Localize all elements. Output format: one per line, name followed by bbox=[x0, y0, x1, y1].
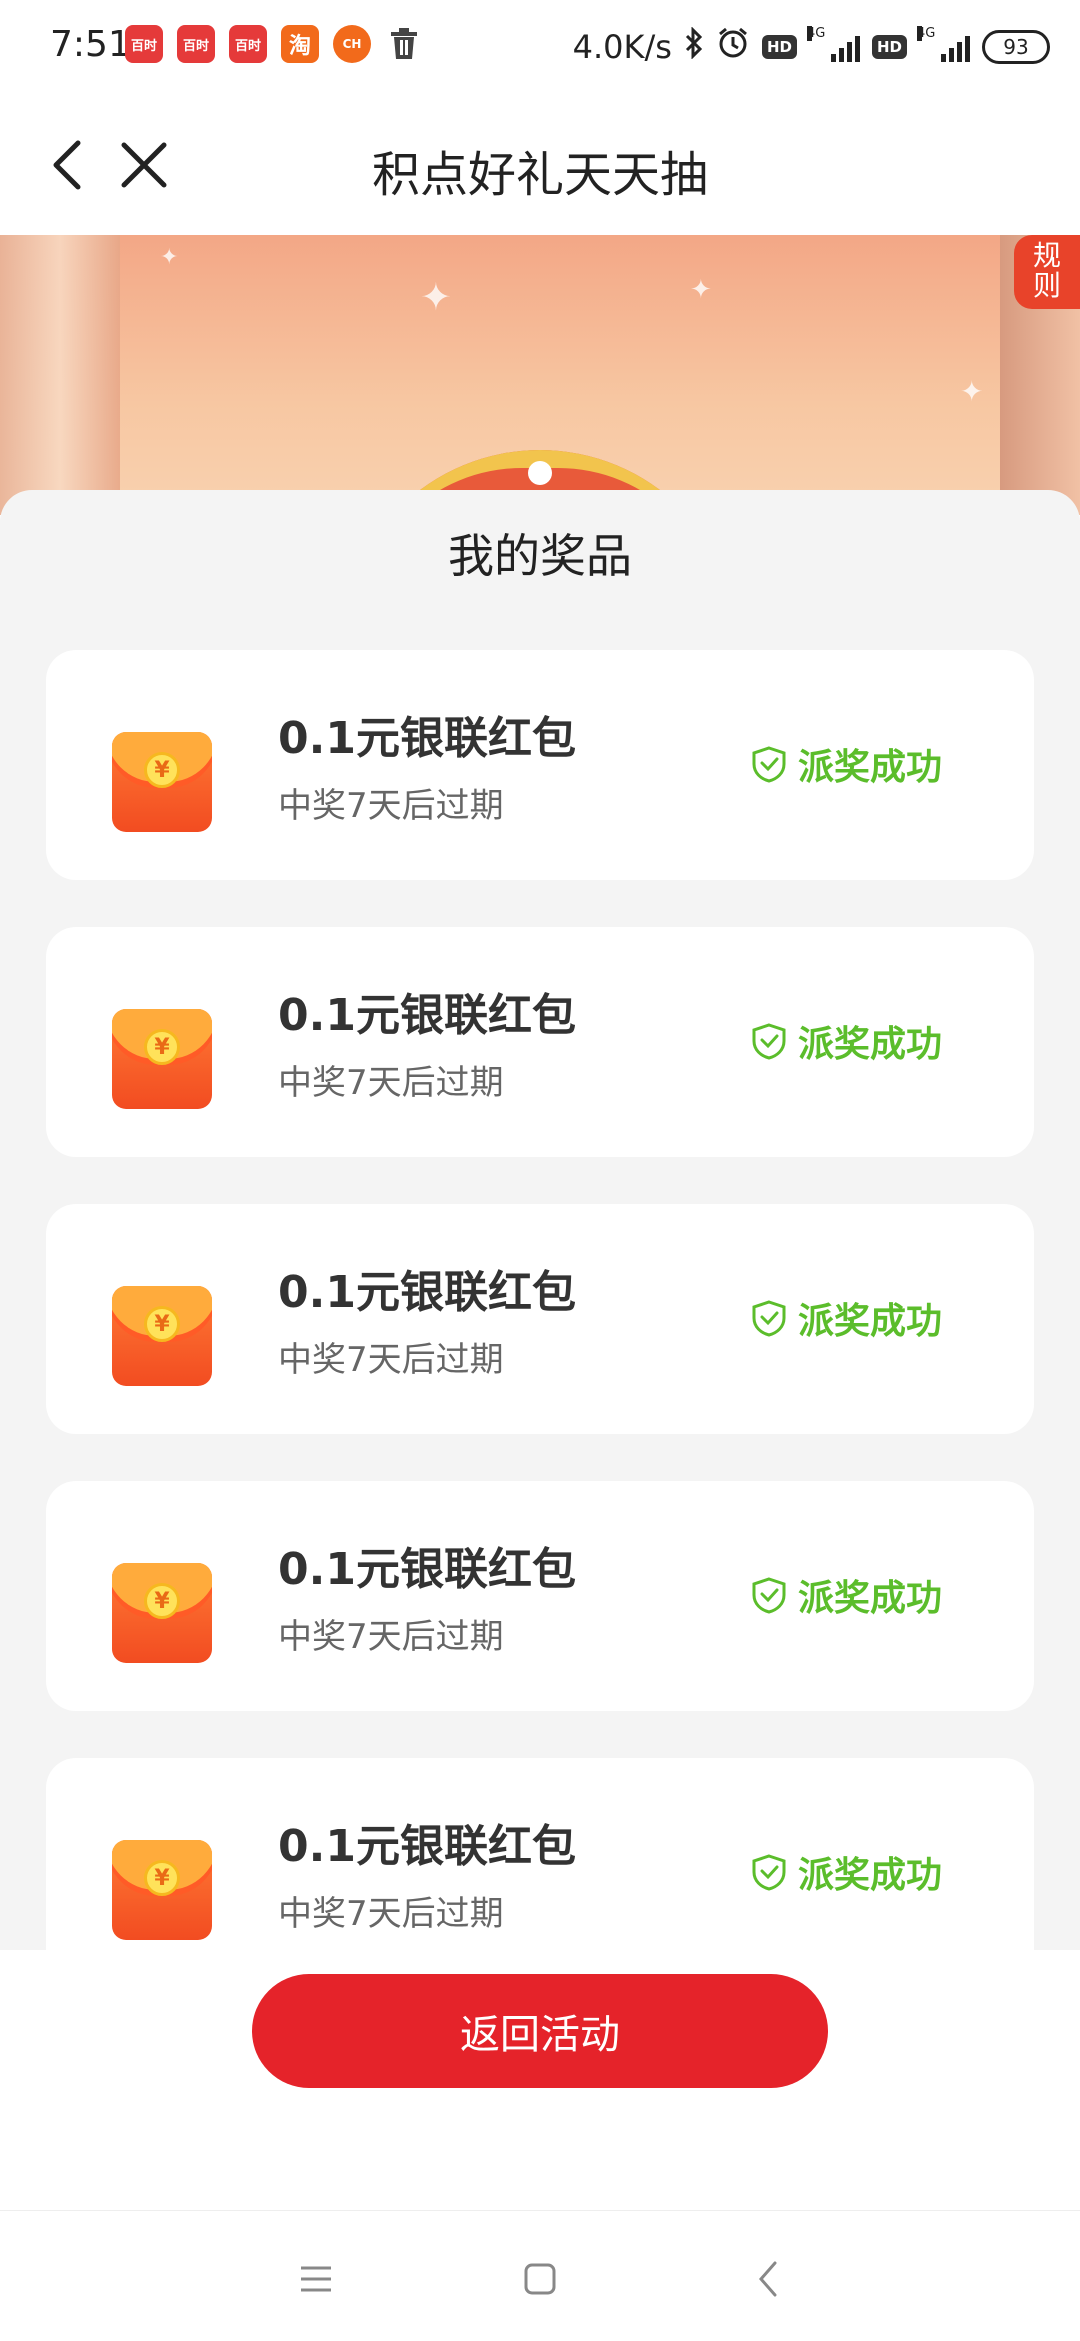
rules-button[interactable]: 规 则 bbox=[1014, 235, 1080, 309]
return-to-activity-button[interactable]: 返回活动 bbox=[252, 1974, 828, 2088]
yuan-coin-icon: ¥ bbox=[144, 1860, 180, 1896]
yuan-coin-icon: ¥ bbox=[144, 752, 180, 788]
prize-card: ¥ 0.1元银联红包 中奖7天后过期 派奖成功 bbox=[46, 1758, 1034, 1950]
prize-status-label: 派奖成功 bbox=[798, 1578, 943, 1619]
prize-status: 派奖成功 bbox=[750, 1569, 942, 1621]
prize-name: 0.1元银联红包 bbox=[278, 1267, 576, 1318]
my-prizes-sheet: 我的奖品 ¥ 0.1元银联红包 中奖7天后过期 派奖成功 ¥ 0.1元银联红包 … bbox=[0, 490, 1080, 1950]
prize-expire: 中奖7天后过期 bbox=[278, 1617, 504, 1657]
sheet-title: 我的奖品 bbox=[448, 529, 632, 583]
red-envelope-icon: ¥ bbox=[112, 1009, 212, 1109]
prize-expire: 中奖7天后过期 bbox=[278, 786, 504, 826]
back-nav-icon[interactable] bbox=[738, 2249, 798, 2309]
title-bar: 积点好礼天天抽 bbox=[0, 95, 1080, 235]
network-type: 4G bbox=[806, 26, 826, 41]
red-envelope-icon: ¥ bbox=[112, 1563, 212, 1663]
prize-card: ¥ 0.1元银联红包 中奖7天后过期 派奖成功 bbox=[46, 927, 1034, 1157]
red-envelope-icon: ¥ bbox=[112, 732, 212, 832]
status-bar: 7:51 百时 百时 百时 淘 CH 4.0K/s HD 4G HD 4G 93 bbox=[0, 0, 1080, 95]
network-type: 4G bbox=[917, 26, 936, 41]
prize-name: 0.1元银联红包 bbox=[278, 1821, 576, 1872]
hd-badge: HD bbox=[871, 35, 907, 59]
prize-name: 0.1元银联红包 bbox=[278, 990, 576, 1041]
rules-label: 规 则 bbox=[1032, 239, 1061, 302]
prize-status: 派奖成功 bbox=[750, 1015, 942, 1067]
signal-icon: 4G bbox=[806, 26, 860, 62]
yuan-coin-icon: ¥ bbox=[144, 1306, 180, 1342]
shield-check-icon bbox=[752, 1577, 786, 1614]
yuan-coin-icon: ¥ bbox=[144, 1029, 180, 1065]
sparkle-icon: ✦ bbox=[690, 275, 712, 305]
system-nav-bar bbox=[0, 2210, 1080, 2341]
prize-status: 派奖成功 bbox=[750, 1846, 942, 1898]
shield-check-icon bbox=[752, 1023, 786, 1060]
prize-status-label: 派奖成功 bbox=[798, 1855, 943, 1896]
prize-name: 0.1元银联红包 bbox=[278, 1544, 576, 1595]
prize-status: 派奖成功 bbox=[750, 738, 942, 790]
bluetooth-icon bbox=[684, 26, 704, 67]
prize-expire: 中奖7天后过期 bbox=[278, 1894, 504, 1934]
wheel-dot bbox=[528, 461, 552, 485]
red-envelope-icon: ¥ bbox=[112, 1840, 212, 1940]
hd-badge: HD bbox=[761, 35, 797, 59]
sparkle-icon: ✦ bbox=[160, 245, 179, 270]
trash-icon bbox=[385, 25, 423, 63]
app-notification-icon: CH bbox=[333, 25, 371, 63]
red-envelope-icon: ¥ bbox=[112, 1286, 212, 1386]
prize-list: ¥ 0.1元银联红包 中奖7天后过期 派奖成功 ¥ 0.1元银联红包 中奖7天后… bbox=[46, 650, 1034, 1950]
status-right: 4.0K/s HD 4G HD 4G 93 bbox=[573, 26, 1050, 68]
prize-status-label: 派奖成功 bbox=[798, 1301, 943, 1342]
prize-status-label: 派奖成功 bbox=[798, 1024, 943, 1065]
action-area: 返回活动 bbox=[0, 1950, 1080, 2210]
prize-card: ¥ 0.1元银联红包 中奖7天后过期 派奖成功 bbox=[46, 1204, 1034, 1434]
alarm-icon bbox=[716, 26, 750, 68]
status-time: 7:51 bbox=[50, 24, 131, 65]
menu-icon[interactable] bbox=[286, 2249, 346, 2309]
notification-icons: 百时 百时 百时 淘 CH bbox=[125, 25, 423, 63]
page-title: 积点好礼天天抽 bbox=[371, 147, 708, 203]
decor-pillar bbox=[0, 235, 120, 515]
prize-card: ¥ 0.1元银联红包 中奖7天后过期 派奖成功 bbox=[46, 1481, 1034, 1711]
sparkle-icon: ✦ bbox=[960, 375, 984, 408]
prize-status-label: 派奖成功 bbox=[798, 747, 943, 788]
banner-background: ✦ ✦ ✦ ✦ bbox=[0, 235, 1080, 515]
prize-expire: 中奖7天后过期 bbox=[278, 1063, 504, 1103]
yuan-coin-icon: ¥ bbox=[144, 1583, 180, 1619]
app-notification-icon: 百时 bbox=[125, 25, 163, 63]
shield-check-icon bbox=[752, 1300, 786, 1337]
signal-icon: 4G bbox=[917, 26, 970, 62]
battery-indicator: 93 bbox=[982, 30, 1050, 64]
prize-name: 0.1元银联红包 bbox=[278, 713, 576, 764]
shield-check-icon bbox=[752, 746, 786, 783]
home-icon[interactable] bbox=[510, 2249, 570, 2309]
taobao-notification-icon: 淘 bbox=[281, 25, 319, 63]
prize-expire: 中奖7天后过期 bbox=[278, 1340, 504, 1380]
prize-card: ¥ 0.1元银联红包 中奖7天后过期 派奖成功 bbox=[46, 650, 1034, 880]
sparkle-icon: ✦ bbox=[420, 275, 452, 319]
app-notification-icon: 百时 bbox=[229, 25, 267, 63]
shield-check-icon bbox=[752, 1854, 786, 1891]
app-notification-icon: 百时 bbox=[177, 25, 215, 63]
prize-status: 派奖成功 bbox=[750, 1292, 942, 1344]
net-speed: 4.0K/s bbox=[572, 28, 672, 66]
